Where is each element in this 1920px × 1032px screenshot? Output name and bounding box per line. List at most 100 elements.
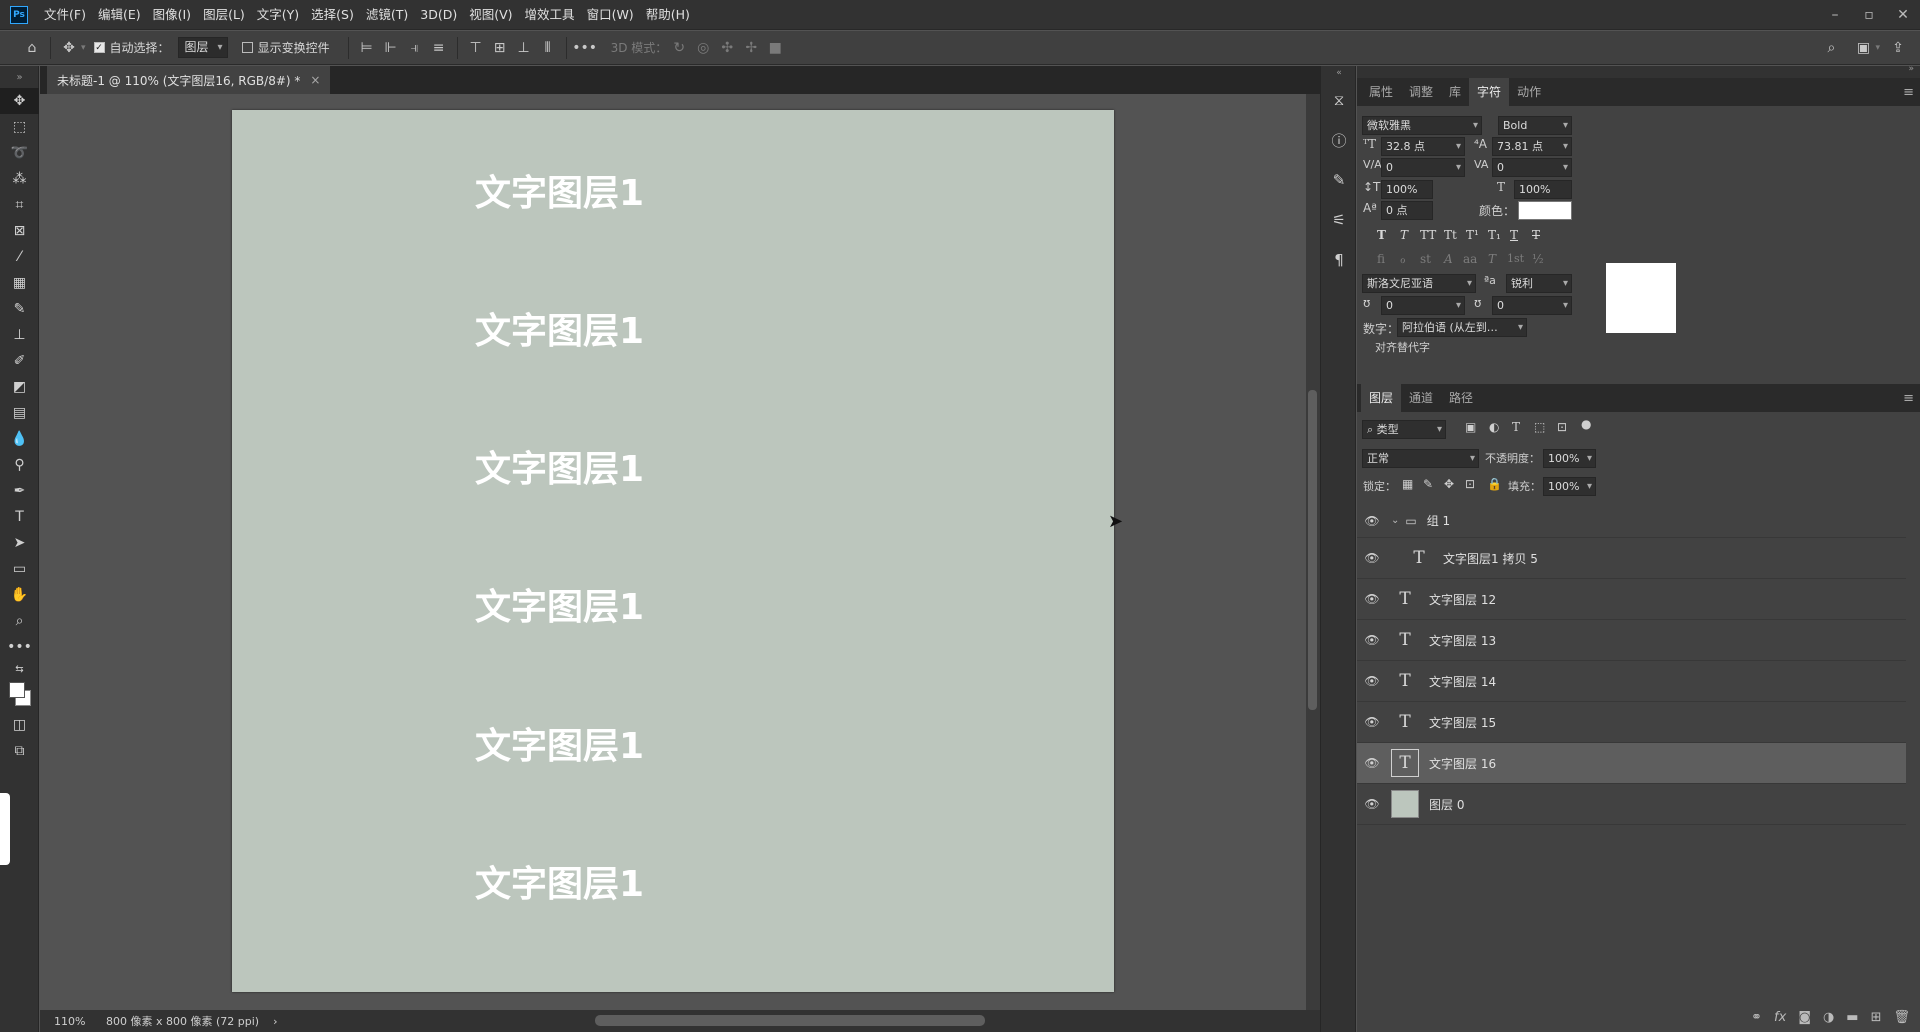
crop-tool-icon[interactable]: ⌗ [0,192,39,218]
collapse-panels-icon[interactable]: « [1321,66,1357,80]
history-panel-icon[interactable]: ⧖ [1321,80,1357,120]
layer-row[interactable]: 👁 T 文字图层 13 [1357,620,1906,661]
type-tool-icon[interactable]: T [0,504,39,530]
layer-row[interactable]: 👁 T 文字图层 15 [1357,702,1906,743]
horizontal-scale-field[interactable]: 100% [1514,180,1572,199]
baseline-shift-field[interactable]: 0 点 [1381,201,1433,220]
blur-tool-icon[interactable]: 💧 [0,426,39,452]
foreground-color-swatch[interactable] [9,682,25,698]
visibility-eye-icon[interactable]: 👁 [1357,756,1387,770]
move-tool-preset-icon[interactable]: ✥ [57,36,81,60]
distribute-v-icon[interactable]: ⫴ [536,36,560,60]
canvas-text-layer[interactable]: 文字图层1 [475,578,644,630]
more-options-icon[interactable]: ••• [572,36,597,60]
align-vcenter-icon[interactable]: ⊞ [488,36,512,60]
tab-adjustments[interactable]: 调整 [1401,78,1441,106]
visibility-eye-icon[interactable]: 👁 [1357,551,1387,565]
layer-row[interactable]: 👁 T 文字图层 14 [1357,661,1906,702]
edit-toolbar-icon[interactable]: ••• [0,634,39,660]
canvas-text-layer[interactable]: 文字图层1 [475,440,644,492]
fill-field[interactable]: 100% [1543,477,1596,496]
font-style-select[interactable]: Bold [1498,116,1572,135]
tab-layers[interactable]: 图层 [1361,384,1402,412]
tab-channels[interactable]: 通道 [1401,384,1441,412]
layer-group-row[interactable]: 👁 ⌄ ▭ 组 1 [1357,504,1906,538]
small-caps-button[interactable]: Tt [1444,228,1457,242]
healing-brush-tool-icon[interactable]: ▦ [0,270,39,296]
faux-bold-button[interactable]: T [1377,228,1386,242]
auto-select-option[interactable]: ✓ 自动选择： [93,39,170,56]
all-caps-button[interactable]: TT [1420,228,1436,242]
swap-colors-icon[interactable]: ⇆ [0,660,39,678]
frame-tool-icon[interactable]: ⊠ [0,218,39,244]
panel-menu-icon[interactable]: ≡ [1903,85,1914,100]
digits-select[interactable]: 阿拉伯语 (从左到… [1397,318,1527,337]
layer-filter-select[interactable]: ⌕ 类型 [1362,420,1446,439]
eraser-tool-icon[interactable]: ◩ [0,374,39,400]
align-left-icon[interactable]: ⊨ [355,36,379,60]
standard-ligatures-button[interactable]: ﬁ [1377,252,1385,266]
contextual-alternates-button[interactable]: ℴ [1400,252,1406,266]
collapse-toolbar-icon[interactable]: » [0,66,39,88]
menu-type[interactable]: 文字(Y) [251,0,305,30]
stylistic-alternates-button[interactable]: aa [1463,252,1477,266]
visibility-eye-icon[interactable]: 👁 [1357,674,1387,688]
quick-mask-icon[interactable]: ◫ [0,712,39,738]
tab-character[interactable]: 字符 [1469,78,1510,106]
canvas-text-layer[interactable]: 文字图层1 [475,164,644,216]
vertical-scroll-thumb[interactable] [1308,390,1317,710]
canvas-text-layer[interactable]: 文字图层1 [475,717,644,769]
document-canvas[interactable]: 文字图层1 文字图层1 文字图层1 文字图层1 文字图层1 文字图层1 [232,110,1114,992]
new-layer-icon[interactable]: ⊞ [1871,1010,1882,1025]
document-tab[interactable]: 未标题-1 @ 110% (文字图层16, RGB/8#) * × [47,66,331,94]
dodge-tool-icon[interactable]: ⚲ [0,452,39,478]
text-color-swatch[interactable] [1518,201,1572,220]
menu-window[interactable]: 窗口(W) [581,0,640,30]
zoom-level[interactable]: 110% [54,1015,94,1028]
ordinals-button[interactable]: 1st [1507,252,1524,265]
workspace-icon[interactable]: ▣ [1851,36,1875,60]
move-tool-icon[interactable]: ✥ [0,88,39,114]
visibility-eye-icon[interactable]: 👁 [1357,797,1387,811]
path-selection-tool-icon[interactable]: ➤ [0,530,39,556]
visibility-eye-icon[interactable]: 👁 [1357,592,1387,606]
lock-image-icon[interactable]: ✎ [1423,477,1433,491]
show-transform-option[interactable]: 显示变换控件 [241,39,330,56]
hand-tool-icon[interactable]: ✋ [0,582,39,608]
strikethrough-button[interactable]: T [1532,228,1540,242]
home-icon[interactable]: ⌂ [20,36,44,60]
trash-icon[interactable]: 🗑 [1893,1010,1910,1025]
menu-plugins[interactable]: 增效工具 [519,0,581,30]
menu-view[interactable]: 视图(V) [463,0,518,30]
align-hcenter-icon[interactable]: ⊩ [379,36,403,60]
visibility-eye-icon[interactable]: 👁 [1357,514,1387,528]
gradient-tool-icon[interactable]: ▤ [0,400,39,426]
tab-properties[interactable]: 属性 [1361,78,1401,106]
vertical-scale-field[interactable]: 100% [1381,180,1433,199]
side-handle[interactable] [0,793,10,865]
tab-paths[interactable]: 路径 [1441,384,1481,412]
close-tab-icon[interactable]: × [310,73,320,87]
share-icon[interactable]: ⇪ [1886,36,1910,60]
color-preview-swatch[interactable] [1606,263,1676,333]
auto-select-checkbox[interactable]: ✓ [93,42,105,53]
align-bottom-icon[interactable]: ⊥ [512,36,536,60]
eyedropper-tool-icon[interactable]: ⁄ [0,244,39,270]
status-menu-arrow[interactable]: › [273,1015,277,1028]
menu-file[interactable]: 文件(F) [38,0,92,30]
adjustments-icon[interactable]: ⚟ [1321,200,1357,240]
color-picker[interactable] [0,678,39,712]
screen-mode-icon[interactable]: ⧉ [0,738,39,764]
discretionary-ligatures-button[interactable]: st [1420,252,1431,266]
expand-panels-icon[interactable]: » [1908,64,1914,74]
kerning-field[interactable]: 0 [1381,158,1465,177]
subscript-button[interactable]: T₁ [1488,228,1501,242]
paragraph-panel-icon[interactable]: ¶ [1321,240,1357,280]
lock-all-icon[interactable]: 🔒 [1487,477,1502,491]
visibility-eye-icon[interactable]: 👁 [1357,715,1387,729]
show-transform-checkbox[interactable] [241,42,253,53]
rectangle-tool-icon[interactable]: ▭ [0,556,39,582]
fractions-button[interactable]: ½ [1532,252,1544,266]
search-icon[interactable]: ⌕ [1819,36,1843,60]
lock-position-icon[interactable]: ✥ [1444,477,1454,491]
